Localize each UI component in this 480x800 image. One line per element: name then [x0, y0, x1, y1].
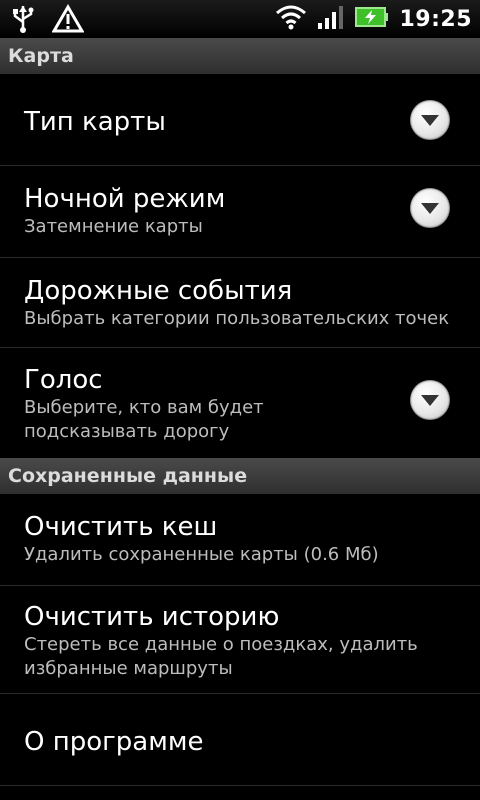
battery-charging-icon [355, 5, 389, 33]
setting-voice[interactable]: Голос Выберите, кто вам будет подсказыва… [0, 348, 480, 458]
status-bar: 19:25 [0, 0, 480, 39]
setting-summary: Стереть все данные о поездках, удалить и… [24, 634, 418, 679]
signal-icon [317, 3, 345, 35]
setting-title: Очистить историю [24, 602, 280, 632]
status-time: 19:25 [399, 6, 472, 32]
section-header-saved-data: Сохраненные данные [0, 458, 480, 494]
setting-night-mode[interactable]: Ночной режим Затемнение карты [0, 166, 480, 258]
usb-icon [10, 4, 36, 38]
setting-summary: Затемнение карты [24, 216, 203, 237]
dropdown-arrow-icon[interactable] [410, 100, 450, 140]
setting-clear-cache[interactable]: Очистить кеш Удалить сохраненные карты (… [0, 494, 480, 586]
setting-title: Очистить кеш [24, 512, 218, 542]
setting-summary: Удалить сохраненные карты (0.6 Мб) [24, 544, 379, 565]
setting-summary: Выберите, кто вам будет подсказывать дор… [24, 397, 264, 442]
setting-summary: Выбрать категории пользовательских точек [24, 308, 450, 329]
dropdown-arrow-icon[interactable] [410, 188, 450, 228]
setting-map-type[interactable]: Тип карты [0, 74, 480, 166]
setting-clear-history[interactable]: Очистить историю Стереть все данные о по… [0, 586, 480, 694]
dropdown-arrow-icon[interactable] [410, 380, 450, 420]
setting-road-events[interactable]: Дорожные события Выбрать категории польз… [0, 258, 480, 348]
setting-title: Дорожные события [24, 276, 293, 306]
section-header-map: Карта [0, 38, 480, 74]
setting-title: О программе [24, 727, 204, 757]
setting-about[interactable]: О программе [0, 694, 480, 786]
warning-icon [51, 4, 85, 38]
wifi-icon [275, 3, 307, 35]
